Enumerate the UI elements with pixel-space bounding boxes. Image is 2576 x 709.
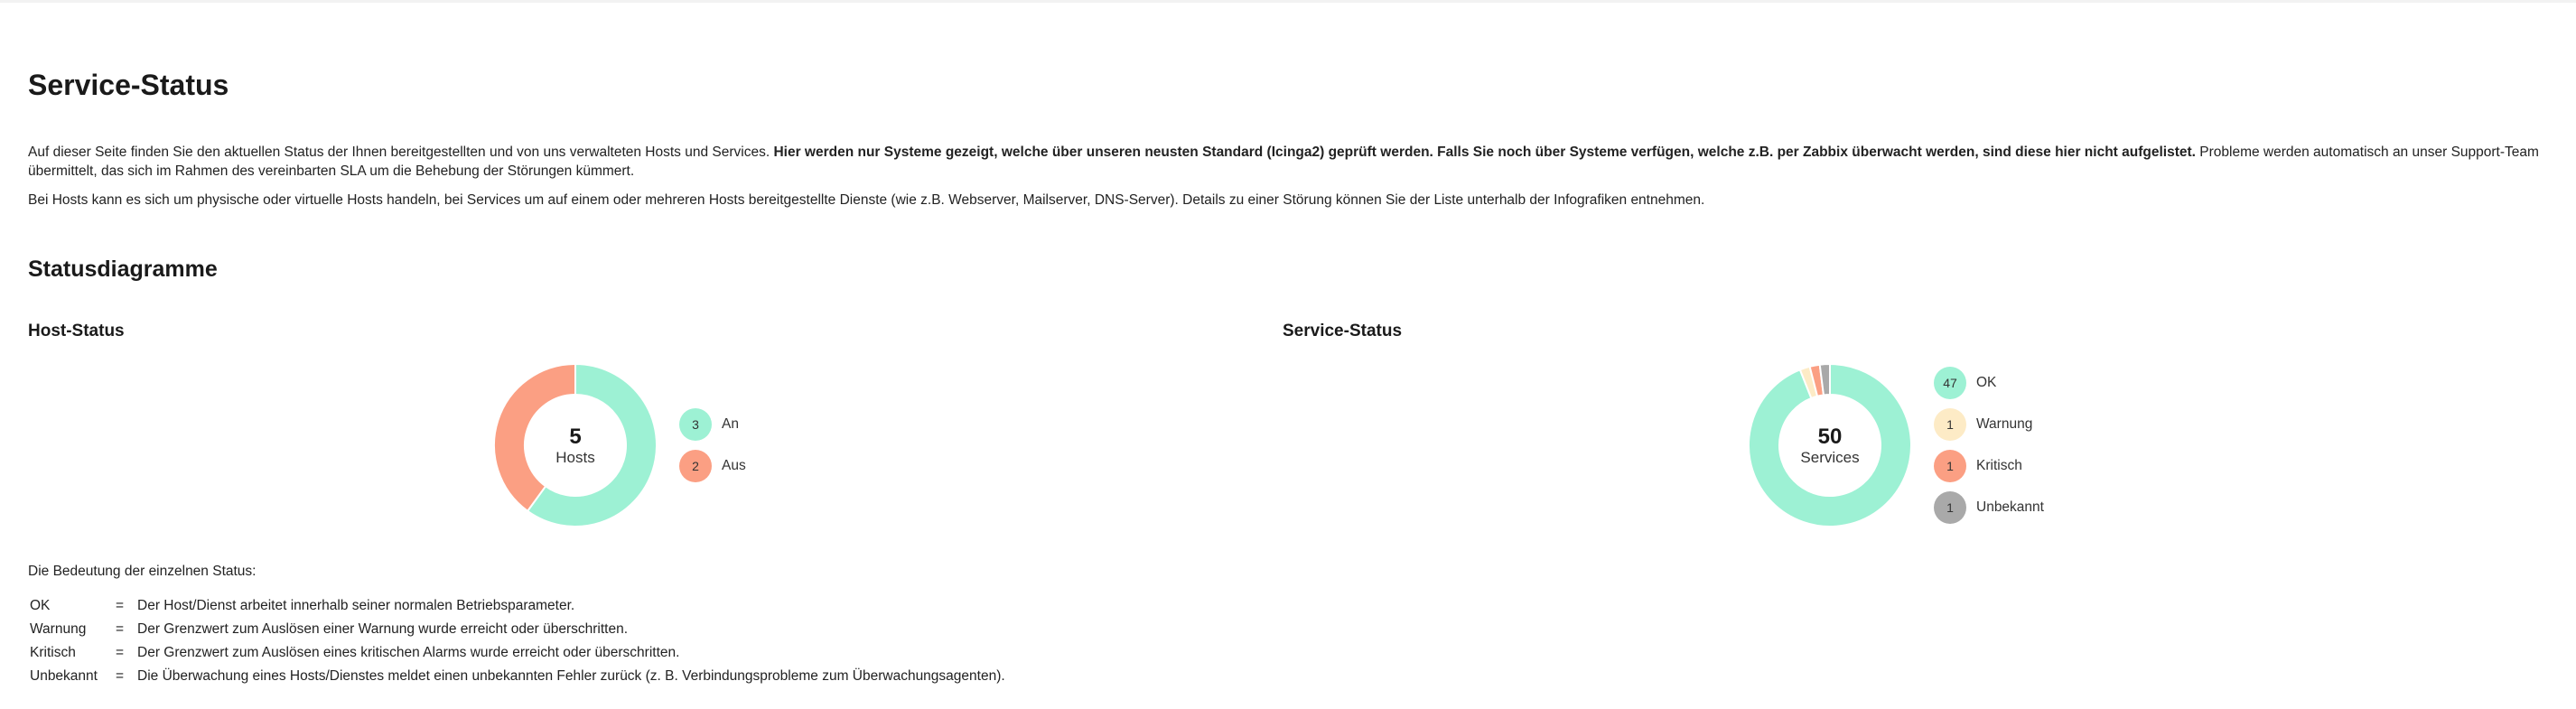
top-divider xyxy=(0,0,2576,3)
host-legend-item-aus: 2 Aus xyxy=(679,450,746,482)
service-donut-center: 50 Services xyxy=(1749,425,1911,467)
host-total-count: 5 xyxy=(569,424,582,449)
status-meaning-description: Der Host/Dienst arbeitet innerhalb seine… xyxy=(137,598,575,613)
diagrams-heading: Statusdiagramme xyxy=(28,257,218,282)
service-legend-count-warnung: 1 xyxy=(1934,408,1966,441)
status-meaning-equals: = xyxy=(116,645,125,660)
page-title: Service-Status xyxy=(28,69,229,101)
host-legend-count-aus: 2 xyxy=(679,450,712,482)
status-meaning-description: Der Grenzwert zum Auslösen eines kritisc… xyxy=(137,645,680,660)
service-legend-item-unbekannt: 1 Unbekannt xyxy=(1934,491,2044,524)
intro-paragraph: Auf dieser Seite finden Sie den aktuelle… xyxy=(28,143,2539,181)
intro-paragraph-2: Bei Hosts kann es sich um physische oder… xyxy=(28,192,1705,208)
status-meanings-table: OK = Der Host/Dienst arbeitet innerhalb … xyxy=(30,594,1005,688)
status-meaning-equals: = xyxy=(116,668,125,684)
host-legend-label-an: An xyxy=(722,416,739,432)
status-meaning-key: OK xyxy=(30,598,51,613)
service-total-label: Services xyxy=(1800,449,1860,466)
intro-text-1: Auf dieser Seite finden Sie den aktuelle… xyxy=(28,145,774,160)
intro-text-bold: Hier werden nur Systeme gezeigt, welche … xyxy=(773,145,2196,160)
host-total-label: Hosts xyxy=(555,449,595,466)
status-meaning-equals: = xyxy=(116,621,125,637)
status-meaning-key: Kritisch xyxy=(30,645,76,660)
host-status-heading: Host-Status xyxy=(28,322,125,341)
service-legend-count-unbekannt: 1 xyxy=(1934,491,1966,524)
service-legend-item-ok: 47 OK xyxy=(1934,367,1996,399)
status-meaning-description: Der Grenzwert zum Auslösen einer Warnung… xyxy=(137,621,629,637)
service-legend-item-kritisch: 1 Kritisch xyxy=(1934,450,2022,482)
host-donut-center: 5 Hosts xyxy=(494,425,657,467)
host-legend-label-aus: Aus xyxy=(722,458,746,473)
status-meaning-row-unbekannt: Unbekannt = Die Überwachung eines Hosts/… xyxy=(30,665,1005,688)
service-status-heading: Service-Status xyxy=(1283,322,1403,341)
status-meanings-intro: Die Bedeutung der einzelnen Status: xyxy=(28,564,257,579)
host-legend-count-an: 3 xyxy=(679,408,712,441)
service-legend-count-ok: 47 xyxy=(1934,367,1966,399)
status-meaning-row-kritisch: Kritisch = Der Grenzwert zum Auslösen ei… xyxy=(30,641,1005,665)
status-meaning-equals: = xyxy=(116,598,125,613)
service-total-count: 50 xyxy=(1817,424,1843,449)
service-legend-label-kritisch: Kritisch xyxy=(1976,458,2022,473)
service-legend-label-ok: OK xyxy=(1976,375,1997,390)
status-meaning-key: Unbekannt xyxy=(30,668,98,684)
service-legend-count-kritisch: 1 xyxy=(1934,450,1966,482)
status-meaning-key: Warnung xyxy=(30,621,87,637)
status-meaning-description: Die Überwachung eines Hosts/Dienstes mel… xyxy=(137,668,1005,684)
service-legend-item-warnung: 1 Warnung xyxy=(1934,408,2032,441)
status-meaning-row-ok: OK = Der Host/Dienst arbeitet innerhalb … xyxy=(30,594,1005,618)
status-meaning-row-warnung: Warnung = Der Grenzwert zum Auslösen ein… xyxy=(30,618,1005,641)
service-legend-label-unbekannt: Unbekannt xyxy=(1976,499,2044,515)
host-legend-item-an: 3 An xyxy=(679,408,739,441)
service-legend-label-warnung: Warnung xyxy=(1976,416,2033,432)
